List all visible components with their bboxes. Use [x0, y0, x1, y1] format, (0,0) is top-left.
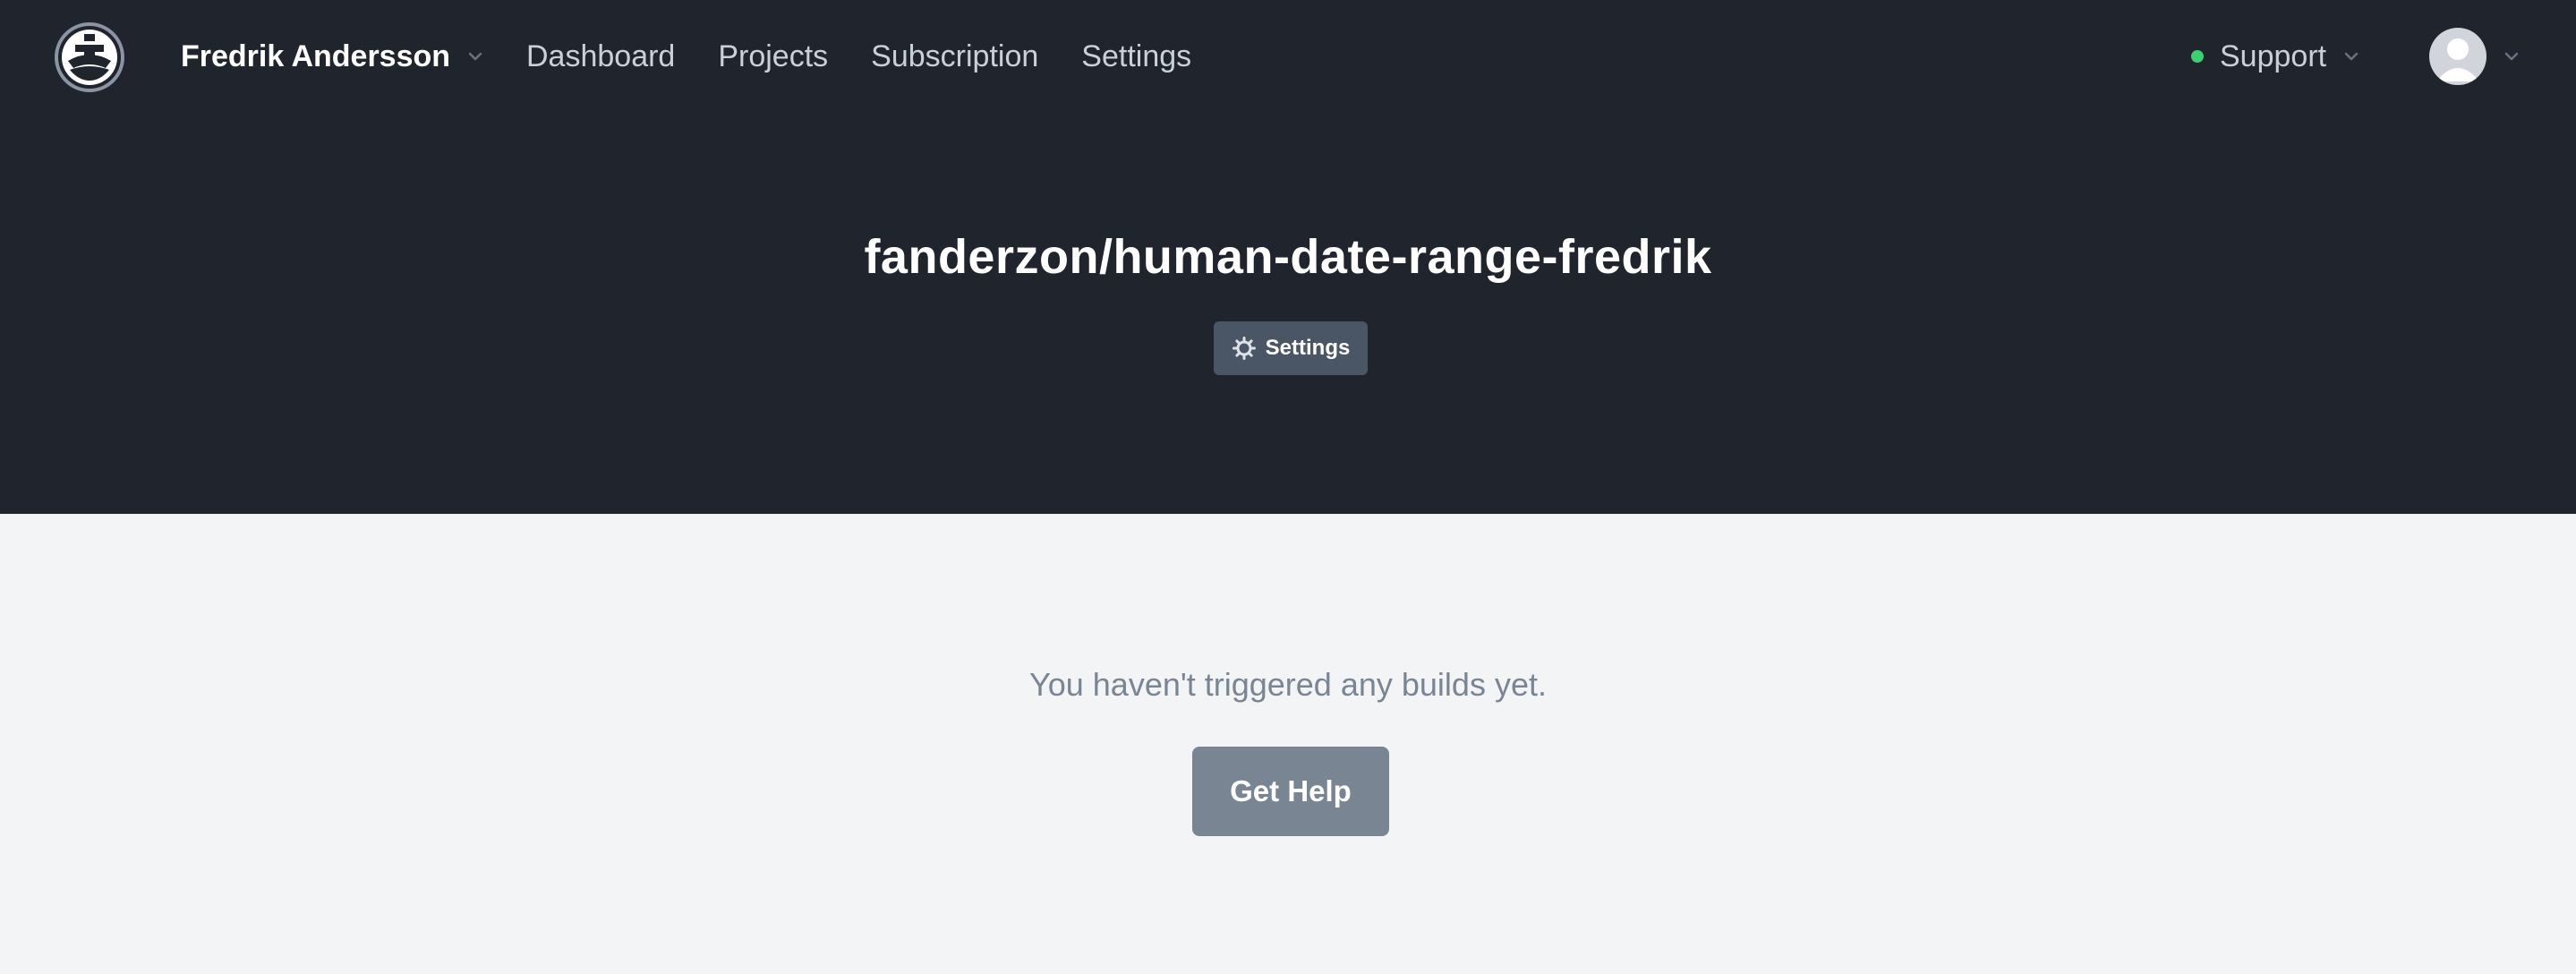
- avatar: [2429, 28, 2486, 85]
- project-settings-button[interactable]: Settings: [1214, 321, 1368, 375]
- user-avatar-icon: [2436, 38, 2479, 81]
- support-label: Support: [2220, 38, 2327, 73]
- nav-link-subscription[interactable]: Subscription: [871, 39, 1038, 74]
- chevron-down-icon: [2344, 52, 2358, 61]
- project-settings-label: Settings: [1265, 336, 1351, 360]
- get-help-button[interactable]: Get Help: [1192, 747, 1389, 836]
- account-name: Fredrik Andersson: [181, 38, 451, 73]
- user-menu[interactable]: [2429, 27, 2521, 86]
- project-title: fanderzon/human-date-range-fredrik: [864, 230, 1712, 284]
- top-nav: Fredrik Andersson Dashboard Projects Sub…: [0, 0, 2576, 113]
- empty-state-message: You haven't triggered any builds yet.: [1029, 666, 1547, 703]
- account-switcher[interactable]: Fredrik Andersson: [181, 34, 484, 79]
- nav-links: Dashboard Projects Subscription Settings: [526, 34, 1234, 79]
- support-menu[interactable]: Support: [2191, 34, 2360, 79]
- nav-link-dashboard[interactable]: Dashboard: [526, 39, 675, 74]
- nav-link-settings[interactable]: Settings: [1081, 39, 1191, 74]
- status-indicator: [2191, 50, 2204, 63]
- nav-link-projects[interactable]: Projects: [718, 39, 828, 74]
- gear-icon: [1232, 337, 1256, 360]
- chevron-down-icon: [468, 52, 482, 61]
- ship-logo-icon[interactable]: [54, 21, 125, 93]
- chevron-down-icon: [2504, 52, 2519, 61]
- project-header: Fredrik Andersson Dashboard Projects Sub…: [0, 0, 2576, 514]
